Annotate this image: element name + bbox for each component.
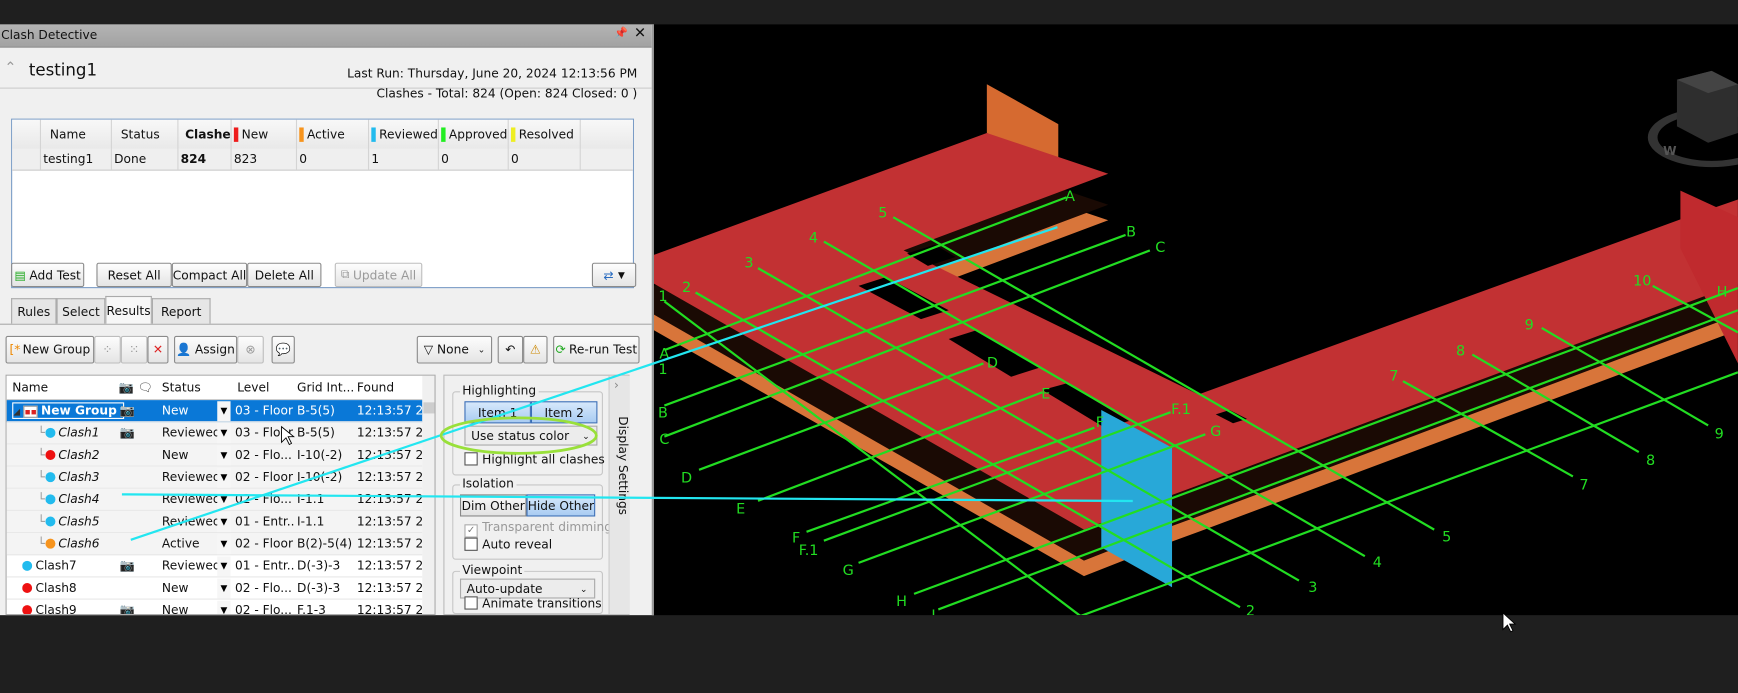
- annotation-overlay: [121, 226, 1517, 633]
- screen: Clash Detective 📌 ✕ ⌃ testing1 Last Run:…: [0, 0, 1738, 693]
- mouse-cursor-icon: [1502, 611, 1517, 633]
- redline-cyan-line: [121, 493, 1133, 503]
- mouse-cursor-icon: [281, 425, 295, 446]
- redline-cyan-line: [130, 226, 1058, 541]
- redline-green-ellipse: [439, 416, 598, 455]
